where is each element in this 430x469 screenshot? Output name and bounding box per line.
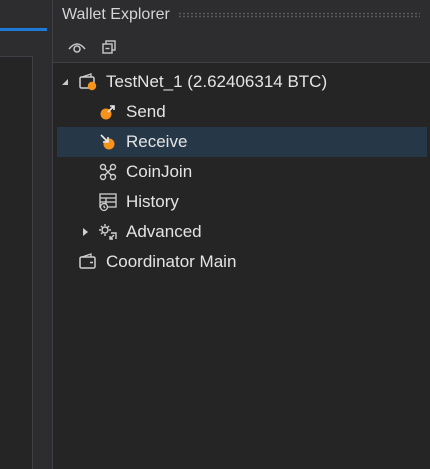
wallet-icon: [78, 72, 98, 92]
active-tab-indicator: [0, 28, 47, 31]
advanced-icon: [98, 222, 118, 242]
coinjoin-label: CoinJoin: [126, 162, 193, 181]
document-area: [0, 56, 33, 469]
history-label: History: [126, 192, 179, 211]
tool-window-title-bar[interactable]: Wallet Explorer: [53, 0, 430, 30]
tree-item-coinjoin[interactable]: CoinJoin: [53, 157, 430, 187]
eye-icon[interactable]: [67, 37, 87, 57]
panel-toolbar: [53, 30, 430, 63]
collapse-all-icon[interactable]: [99, 37, 119, 57]
tree-item-receive[interactable]: Receive: [57, 127, 427, 157]
tree-item-advanced[interactable]: Advanced: [53, 217, 430, 247]
tool-window-title: Wallet Explorer: [62, 6, 170, 23]
coinjoin-icon: [98, 162, 118, 182]
tree-item-coordinator[interactable]: Coordinator Main: [53, 247, 430, 277]
wallet-label: TestNet_1 (2.62406314 BTC): [106, 72, 328, 91]
advanced-label: Advanced: [126, 222, 202, 241]
left-document-pane: [0, 0, 52, 469]
title-bar-grip: [177, 12, 420, 18]
expand-arrow-icon[interactable]: [80, 227, 90, 237]
tree-item-history[interactable]: History: [53, 187, 430, 217]
send-icon: [98, 102, 118, 122]
expand-arrow-icon[interactable]: [60, 77, 70, 87]
tree-item-send[interactable]: Send: [53, 97, 430, 127]
wallet-explorer-panel: Wallet Explorer TestNet_1 (2.62406314 BT…: [53, 0, 430, 469]
receive-icon: [98, 132, 118, 152]
history-icon: [98, 192, 118, 212]
coordinator-label: Coordinator Main: [106, 252, 237, 271]
receive-label: Receive: [126, 132, 188, 151]
wallet-icon: [78, 252, 98, 272]
tree-item-wallet[interactable]: TestNet_1 (2.62406314 BTC): [53, 67, 430, 97]
wallet-tree: TestNet_1 (2.62406314 BTC) Send Receive: [53, 67, 430, 277]
vertical-scrollbar[interactable]: [33, 56, 52, 469]
send-label: Send: [126, 102, 166, 121]
